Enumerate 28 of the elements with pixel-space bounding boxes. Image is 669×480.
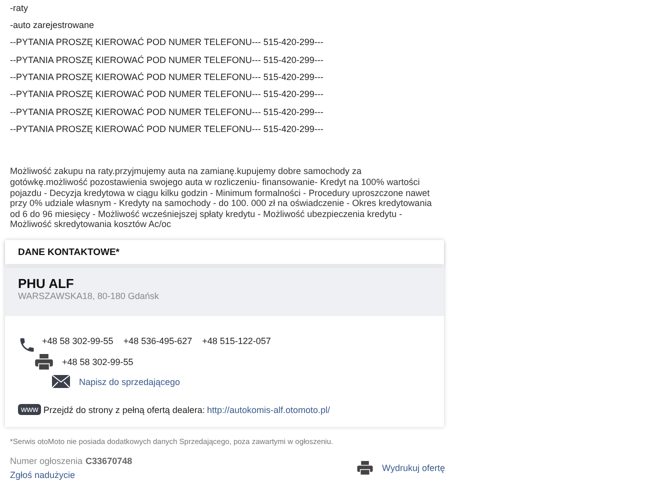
ad-number-label: Numer ogłoszenia [10, 456, 83, 466]
printer-icon [35, 354, 53, 370]
envelope-icon [52, 375, 70, 388]
website-link[interactable]: http://autokomis-alf.otomoto.pl/ [206, 404, 330, 415]
fax-number: +48 58 302-99-55 [62, 357, 134, 368]
www-badge: www [18, 404, 42, 416]
report-link[interactable]: Zgłoś nadużycie [10, 470, 132, 480]
message-link[interactable]: Napisz do sprzedającego [79, 376, 180, 387]
phone-number: +48 515-122-057 [202, 336, 271, 346]
company-address: WARSZAWSKA18, 80-180 Gdańsk [18, 291, 159, 302]
phone-number: +48 536-495-627 [123, 336, 192, 346]
company-name: PHU ALF [18, 276, 74, 292]
description-line: -auto zarejestrowane [10, 20, 94, 30]
phone-icon [18, 336, 36, 354]
website-label: Przejdź do strony z pełną ofertą dealera: [43, 404, 205, 415]
description-line: --PYTANIA PROSZĘ KIEROWAĆ POD NUMER TELEFONU--- 515-420-299--- [10, 72, 324, 82]
description-line: --PYTANIA PROSZĘ KIEROWAĆ POD NUMER TELEFONU--- 515-420-299--- [10, 89, 324, 100]
printer-icon [357, 461, 374, 476]
phone-number: +48 58 302-99-55 [42, 336, 114, 346]
description-paragraph: Możliwość zakupu na raty.przyjmujemy auta na zamianę.kupujemy dobre samochody za gotówkę.możliwość pozostawienia swojego auta w rozliczeniu- finansowanie- Kredyt na 100% wartości pojazdu - Decyzja kredytowa w ciągu kilku godzin - Minimum formalności - Procedury uproszczone nawet przy 0% udziale własnym - Kredyty na samochody - do 100. 000 zł na oświadczenie - Okres kredytowania od 6 do 96 miesięcy - Możliwość wcześniejszej spłaty kredytu - Możliwość ubezpieczenia kredytu - Możliwość skredytowania kosztów Ac/oc [10, 166, 433, 230]
print-link[interactable]: Wydrukuj ofertę [382, 463, 445, 474]
description-line: --PYTANIA PROSZĘ KIEROWAĆ POD NUMER TELEFONU--- 515-420-299--- [10, 124, 324, 134]
ad-number: C33670748 [86, 456, 132, 466]
description-line: -raty [10, 2, 28, 13]
description-line: --PYTANIA PROSZĘ KIEROWAĆ POD NUMER TELEFONU--- 515-420-299--- [10, 106, 324, 117]
description-line: --PYTANIA PROSZĘ KIEROWAĆ POD NUMER TELEFONU--- 515-420-299--- [10, 54, 324, 65]
description-line: --PYTANIA PROSZĘ KIEROWAĆ POD NUMER TELEFONU--- 515-420-299--- [10, 37, 324, 48]
card-title: DANE KONTAKTOWE* [18, 246, 120, 258]
